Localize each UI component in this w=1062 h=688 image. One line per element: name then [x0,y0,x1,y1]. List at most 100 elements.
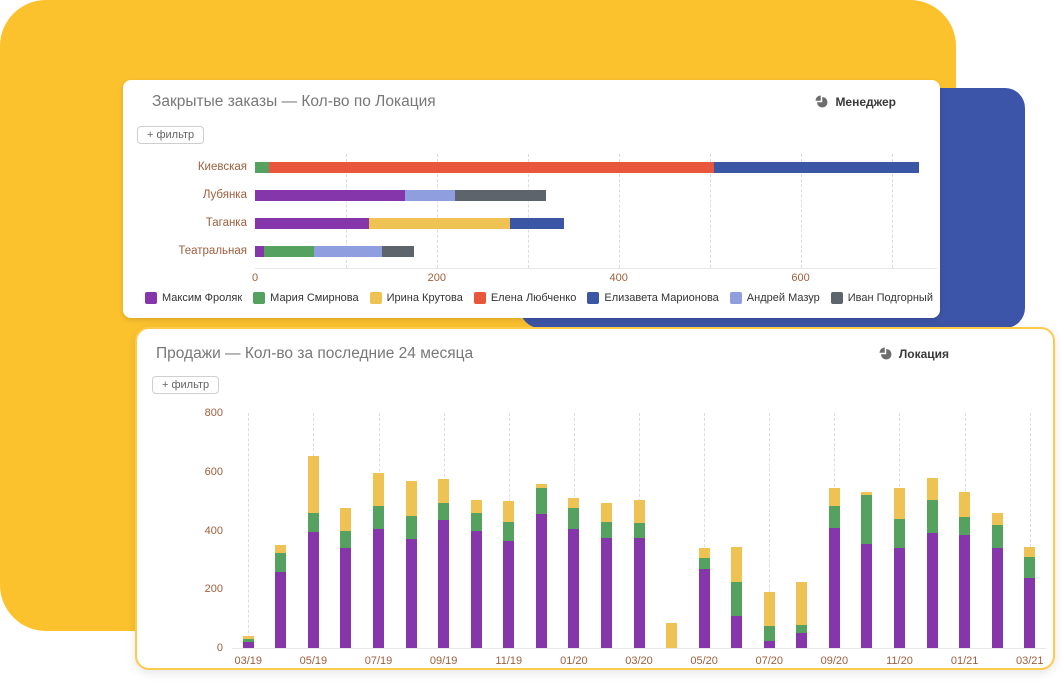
bar-segment[interactable] [373,529,384,648]
bar-segment[interactable] [406,539,417,648]
bar-segment[interactable] [308,532,319,648]
bar-segment[interactable] [406,516,417,540]
legend-item[interactable]: Елизавета Марионова [587,292,718,304]
bar-segment[interactable] [471,500,482,513]
bar-segment[interactable] [536,514,547,648]
bar-segment[interactable] [666,623,677,648]
bar-segment[interactable] [927,478,938,500]
legend-item[interactable]: Ирина Крутова [370,292,463,304]
bar-segment[interactable] [959,535,970,648]
bar-segment[interactable] [1024,578,1035,649]
bar-segment[interactable] [634,500,645,524]
bar-segment[interactable] [992,548,1003,648]
bar-segment[interactable] [536,484,547,488]
bar-segment[interactable] [959,492,970,517]
bar-segment[interactable] [894,488,905,519]
bar-segment[interactable] [405,190,455,201]
bar-segment[interactable] [340,548,351,648]
x-tick-label: 03/21 [1008,655,1052,667]
bar-segment[interactable] [601,522,612,538]
bar-segment[interactable] [275,545,286,552]
bar-segment[interactable] [340,531,351,549]
bar-segment[interactable] [243,639,254,642]
bar-segment[interactable] [829,506,840,528]
bar-segment[interactable] [568,508,579,529]
bar-segment[interactable] [568,498,579,508]
bar-segment[interactable] [308,456,319,513]
bar-segment[interactable] [255,246,264,257]
bar-segment[interactable] [601,538,612,648]
bar-segment[interactable] [731,582,742,616]
bar-segment[interactable] [255,162,269,173]
bar-segment[interactable] [455,190,546,201]
bar-segment[interactable] [829,488,840,506]
bar-segment[interactable] [275,553,286,572]
bar-segment[interactable] [369,218,510,229]
bar-segment[interactable] [373,506,384,530]
x-tick-label: 11/19 [487,655,531,667]
bar-segment[interactable] [308,513,319,532]
bar-segment[interactable] [927,500,938,534]
bar-segment[interactable] [927,533,938,648]
legend-label: Елена Любченко [491,292,577,304]
bar-segment[interactable] [264,246,314,257]
bar-segment[interactable] [829,528,840,648]
bar-segment[interactable] [894,519,905,548]
bar-segment[interactable] [861,544,872,648]
bar-segment[interactable] [764,592,775,626]
legend-item[interactable]: Елена Любченко [474,292,577,304]
legend-item[interactable]: Мария Смирнова [253,292,358,304]
bar-segment[interactable] [255,218,369,229]
bar-segment[interactable] [731,616,742,648]
bar-segment[interactable] [255,190,405,201]
bar-segment[interactable] [568,529,579,648]
bar-segment[interactable] [796,625,807,634]
bar-segment[interactable] [796,633,807,648]
bar-segment[interactable] [406,481,417,516]
bar-segment[interactable] [275,572,286,648]
bar-segment[interactable] [1024,557,1035,578]
bar-segment[interactable] [1024,547,1035,557]
card-closed-orders: Закрытые заказы — Кол-во по Локация Мене… [123,80,940,318]
legend-item[interactable]: Максим Фроляк [145,292,242,304]
bar-segment[interactable] [471,531,482,649]
bar-segment[interactable] [764,626,775,641]
bar-segment[interactable] [992,525,1003,549]
bar-segment[interactable] [471,513,482,531]
bar-segment[interactable] [243,642,254,648]
bar-segment[interactable] [634,538,645,648]
bar-segment[interactable] [861,492,872,495]
bar-segment[interactable] [764,641,775,648]
bar-segment[interactable] [438,503,449,521]
legend-swatch [474,292,486,304]
bar-segment[interactable] [894,548,905,648]
bar-segment[interactable] [373,473,384,505]
bar-segment[interactable] [634,523,645,538]
bar-segment[interactable] [992,513,1003,525]
bar-segment[interactable] [510,218,565,229]
bar-segment[interactable] [503,522,514,541]
x-tick-label: 11/20 [877,655,921,667]
bar-segment[interactable] [714,162,919,173]
bar-segment[interactable] [796,582,807,625]
bar-segment[interactable] [959,517,970,535]
bar-segment[interactable] [699,558,710,568]
bar-segment[interactable] [243,636,254,639]
legend-item[interactable]: Андрей Мазур [730,292,820,304]
bar-segment[interactable] [503,501,514,522]
bar-segment[interactable] [861,495,872,543]
bar-segment[interactable] [314,246,382,257]
bar-segment[interactable] [699,569,710,648]
bar-segment[interactable] [438,520,449,648]
bar-segment[interactable] [382,246,414,257]
bar-segment[interactable] [731,547,742,582]
bar-segment[interactable] [699,548,710,558]
bar-segment[interactable] [340,508,351,530]
bar-segment[interactable] [503,541,514,648]
category-label: Таганка [131,217,247,229]
bar-segment[interactable] [601,503,612,522]
bar-segment[interactable] [269,162,715,173]
legend-item[interactable]: Иван Подгорный [831,292,933,304]
bar-segment[interactable] [536,488,547,514]
bar-segment[interactable] [438,479,449,503]
